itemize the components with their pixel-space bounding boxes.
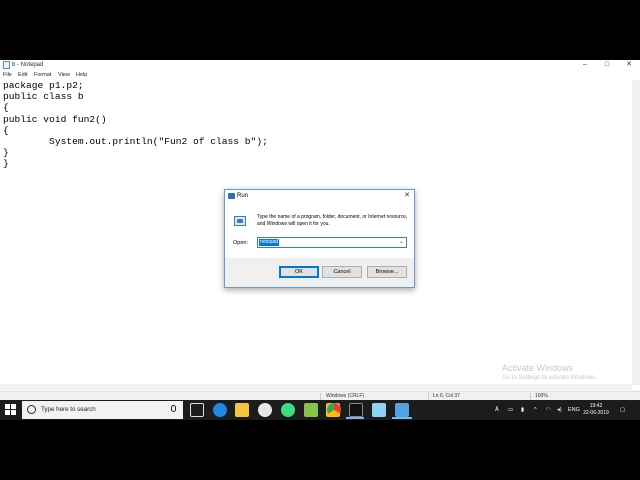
- code-line: {: [3, 102, 9, 114]
- activate-windows-watermark: Activate Windows Go to Settings to activ…: [502, 363, 597, 383]
- code-line: public class b: [3, 91, 84, 103]
- chrome-icon[interactable]: [327, 403, 341, 417]
- taskbar-search[interactable]: Type here to search: [22, 401, 183, 419]
- activate-subtitle: Go to Settings to activate Windows.: [502, 375, 597, 381]
- vertical-scrollbar[interactable]: [632, 80, 640, 385]
- menu-view[interactable]: View: [58, 71, 70, 80]
- notepad-app-icon: [3, 61, 10, 69]
- image-viewer-icon[interactable]: [304, 403, 318, 417]
- taskbar: Type here to search Å ▭ ▮ ^ ◠ ◂) ENG 19:…: [0, 400, 640, 420]
- chevron-up-icon[interactable]: ^: [534, 400, 537, 420]
- paint3d-icon[interactable]: [372, 403, 386, 417]
- run-title-icon: [228, 193, 235, 199]
- android-studio-icon[interactable]: [281, 403, 295, 417]
- code-line: }: [3, 147, 9, 159]
- cancel-button[interactable]: Cancel: [322, 266, 362, 278]
- paint-icon[interactable]: [258, 403, 272, 417]
- status-divider: [530, 393, 531, 400]
- open-input-value[interactable]: notepad: [259, 239, 280, 246]
- people-icon[interactable]: Å: [495, 400, 499, 420]
- horizontal-scrollbar[interactable]: [0, 384, 632, 390]
- run-program-icon: [234, 216, 246, 226]
- run-dialog-title: Run: [237, 193, 249, 199]
- terminal-icon[interactable]: [349, 403, 363, 417]
- battery-icon[interactable]: ▮: [521, 400, 524, 420]
- run-dialog-body: Type the name of a program, folder, docu…: [225, 202, 414, 258]
- clock-time: 19:42: [589, 403, 603, 409]
- menu-bar: File Edit Format View Help: [0, 71, 640, 80]
- notepad-icon[interactable]: [395, 403, 409, 417]
- edge-icon[interactable]: [213, 403, 227, 417]
- active-app-indicator: [346, 417, 364, 419]
- code-line: package p1.p2;: [3, 80, 84, 91]
- activate-title: Activate Windows: [502, 363, 574, 373]
- status-divider: [428, 393, 429, 400]
- file-explorer-icon[interactable]: [235, 403, 249, 417]
- active-app-indicator: [392, 417, 412, 419]
- code-line: System.out.println("Fun2 of class b");: [3, 136, 268, 148]
- code-line: public void fun2(): [3, 113, 107, 125]
- run-dialog-titlebar: Run ✕: [225, 190, 414, 202]
- desktop-screen: b - Notepad – □ ✕ File Edit Format View …: [0, 60, 640, 420]
- close-button[interactable]: ✕: [618, 60, 640, 70]
- search-placeholder[interactable]: Type here to search: [41, 401, 96, 419]
- menu-edit[interactable]: Edit: [18, 71, 27, 80]
- volume-icon[interactable]: ◂): [557, 400, 562, 420]
- network-icon[interactable]: ▭: [508, 400, 513, 420]
- language-indicator[interactable]: ENG: [568, 400, 580, 420]
- clock-date: 22-06-2019: [583, 410, 609, 416]
- windows-start-icon[interactable]: [5, 404, 17, 416]
- notepad-titlebar: b - Notepad – □ ✕: [0, 60, 640, 70]
- maximize-button[interactable]: □: [596, 60, 618, 70]
- menu-file[interactable]: File: [3, 71, 12, 80]
- browse-button[interactable]: Browse...: [367, 266, 407, 278]
- wifi-icon[interactable]: ◠: [546, 400, 551, 420]
- status-bar: Windows (CRLF) Ln 6, Col 37 100%: [0, 391, 640, 400]
- microphone-icon[interactable]: [171, 405, 176, 412]
- status-divider: [320, 393, 321, 400]
- window-title: b - Notepad: [12, 62, 44, 68]
- menu-help[interactable]: Help: [76, 71, 87, 80]
- ok-button[interactable]: OK: [279, 266, 319, 278]
- code-line: {: [3, 124, 9, 136]
- system-clock[interactable]: 19:42 22-06-2019: [583, 403, 609, 417]
- notifications-icon[interactable]: ▢: [620, 400, 625, 420]
- chevron-down-icon[interactable]: ⌄: [399, 238, 404, 247]
- minimize-button[interactable]: –: [574, 60, 596, 70]
- cortana-circle-icon: [27, 405, 36, 414]
- run-description: Type the name of a program, folder, docu…: [257, 214, 408, 227]
- run-close-button[interactable]: ✕: [404, 190, 410, 202]
- run-dialog: Run ✕ Type the name of a program, folder…: [224, 189, 415, 288]
- task-view-icon[interactable]: [190, 403, 204, 417]
- menu-format[interactable]: Format: [34, 71, 51, 80]
- open-combobox[interactable]: notepad ⌄: [257, 237, 407, 248]
- code-line: }: [3, 158, 9, 170]
- open-label: Open:: [233, 240, 248, 246]
